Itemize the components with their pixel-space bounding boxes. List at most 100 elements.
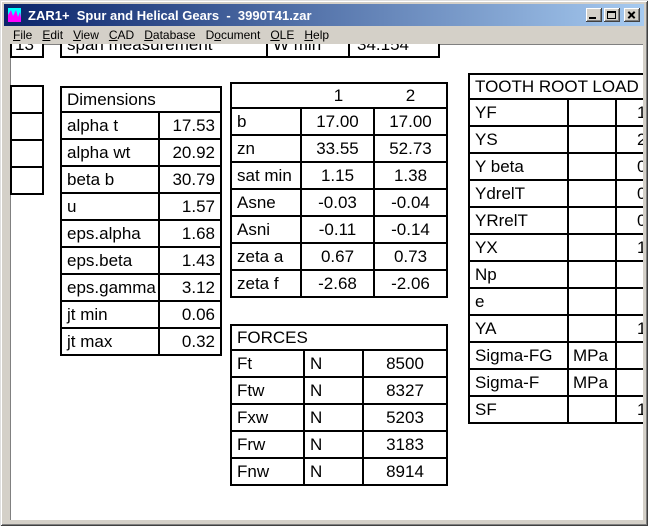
table-row: YS 2 bbox=[470, 127, 643, 154]
table-cell: e bbox=[470, 289, 569, 314]
table-row: YX 1 bbox=[470, 235, 643, 262]
table-row: FnwN8914 bbox=[232, 459, 446, 484]
table-cell: 8500 bbox=[364, 351, 446, 376]
window-title: ZAR1+ Spur and Helical Gears - 3990T41.z… bbox=[28, 8, 582, 23]
dimensions-table: Dimensions alpha t17.53alpha wt20.92beta… bbox=[60, 86, 222, 356]
table-cell: N bbox=[305, 459, 364, 484]
table-cell: 1 bbox=[617, 235, 643, 260]
table-cell: 0.32 bbox=[160, 329, 220, 354]
tooth-root-load-title: TOOTH ROOT LOAD bbox=[470, 75, 643, 100]
table-cell: zn bbox=[232, 136, 302, 161]
table-cell: 1 bbox=[617, 316, 643, 341]
table-cell: 1 bbox=[617, 100, 643, 125]
maximize-button[interactable] bbox=[604, 8, 620, 22]
table-cell: sat min bbox=[232, 163, 302, 188]
table-row: YA 1 bbox=[470, 316, 643, 343]
menu-document[interactable]: Document bbox=[201, 26, 266, 44]
table-cell: 30.79 bbox=[160, 167, 220, 192]
minimize-button[interactable] bbox=[586, 8, 602, 22]
tooth-root-load-body: YF1YS2Y beta0YdrelT0YRrelT0YX1NpeYA1Sigm… bbox=[470, 100, 643, 422]
table-cell: YF bbox=[470, 100, 569, 125]
table-row: jt min0.06 bbox=[62, 302, 220, 329]
table-cell bbox=[569, 127, 617, 152]
table-cell: Frw bbox=[232, 432, 305, 457]
table-cell: 0 bbox=[617, 208, 643, 233]
table-row: Sigma-FMPa bbox=[470, 370, 643, 397]
table-cell: 5203 bbox=[364, 405, 446, 430]
table-cell bbox=[569, 154, 617, 179]
table-row: eps.alpha1.68 bbox=[62, 221, 220, 248]
table-cell: 52.73 bbox=[375, 136, 446, 161]
table-cell bbox=[569, 235, 617, 260]
table-cell: 0 bbox=[617, 181, 643, 206]
table-cell: -2.06 bbox=[375, 271, 446, 296]
close-button[interactable] bbox=[624, 8, 640, 22]
table-cell: Fxw bbox=[232, 405, 305, 430]
table-cell: eps.beta bbox=[62, 248, 160, 273]
table-cell: 17.53 bbox=[160, 113, 220, 138]
table-row: eps.beta1.43 bbox=[62, 248, 220, 275]
table-cell: alpha wt bbox=[62, 140, 160, 165]
table-cell: MPa bbox=[569, 343, 617, 368]
span-measurement-symbol: W min bbox=[268, 44, 350, 56]
app-icon[interactable] bbox=[8, 7, 24, 23]
table-cell: u bbox=[62, 194, 160, 219]
table-row: e bbox=[470, 289, 643, 316]
table-row: zeta f-2.68-2.06 bbox=[232, 271, 446, 296]
table-cell: 33.55 bbox=[302, 136, 375, 161]
table-cell: N bbox=[305, 405, 364, 430]
menu-bar: FileEditViewCADDatabaseDocumentOLEHelp bbox=[4, 26, 644, 44]
table-cell: 8327 bbox=[364, 378, 446, 403]
menu-database[interactable]: Database bbox=[139, 26, 200, 44]
table-cell: YS bbox=[470, 127, 569, 152]
empty-cell bbox=[10, 166, 44, 195]
maximize-icon bbox=[607, 11, 616, 19]
span-measurement-row: span measurement W min 34.154 bbox=[60, 44, 440, 58]
table-row: FtwN8327 bbox=[232, 378, 446, 405]
table-cell: 0.06 bbox=[160, 302, 220, 327]
table-row: beta b30.79 bbox=[62, 167, 220, 194]
table-cell: 17.00 bbox=[302, 109, 375, 134]
menu-help[interactable]: Help bbox=[299, 26, 334, 44]
minimize-icon bbox=[589, 17, 596, 19]
empty-cell bbox=[10, 85, 44, 114]
table-cell: Np bbox=[470, 262, 569, 287]
empty-cell bbox=[10, 112, 44, 141]
menu-view[interactable]: View bbox=[68, 26, 104, 44]
window-controls bbox=[586, 8, 640, 22]
table-cell: zeta f bbox=[232, 271, 302, 296]
table-cell: N bbox=[305, 351, 364, 376]
table-cell: zeta a bbox=[232, 244, 302, 269]
menu-file[interactable]: File bbox=[8, 26, 37, 44]
app-window: ZAR1+ Spur and Helical Gears - 3990T41.z… bbox=[0, 0, 648, 526]
table-cell bbox=[569, 316, 617, 341]
table-cell: 0.73 bbox=[375, 244, 446, 269]
table-cell: YA bbox=[470, 316, 569, 341]
table-cell: Sigma-F bbox=[470, 370, 569, 395]
table-row: Sigma-FGMPa bbox=[470, 343, 643, 370]
table-row: YF 1 bbox=[470, 100, 643, 127]
table-row: jt max0.32 bbox=[62, 329, 220, 354]
table-row: SF1 bbox=[470, 397, 643, 422]
menu-edit[interactable]: Edit bbox=[37, 26, 68, 44]
gear-columns-body: b17.0017.00zn33.5552.73sat min1.151.38As… bbox=[232, 109, 446, 296]
table-row: zeta a0.670.73 bbox=[232, 244, 446, 271]
table-row: eps.gamma3.12 bbox=[62, 275, 220, 302]
table-cell: 1.38 bbox=[375, 163, 446, 188]
menu-ole[interactable]: OLE bbox=[265, 26, 299, 44]
table-cell: YdrelT bbox=[470, 181, 569, 206]
table-cell: Sigma-FG bbox=[470, 343, 569, 368]
table-cell: b bbox=[232, 109, 302, 134]
table-cell: -0.04 bbox=[375, 190, 446, 215]
forces-table-title: FORCES bbox=[232, 326, 446, 351]
table-cell: 2 bbox=[617, 127, 643, 152]
table-cell: 0.67 bbox=[302, 244, 375, 269]
table-row: Asni-0.11-0.14 bbox=[232, 217, 446, 244]
menu-cad[interactable]: CAD bbox=[104, 26, 139, 44]
table-cell: Asni bbox=[232, 217, 302, 242]
title-bar[interactable]: ZAR1+ Spur and Helical Gears - 3990T41.z… bbox=[4, 4, 644, 26]
dimensions-table-title: Dimensions bbox=[62, 88, 220, 113]
span-measurement-label: span measurement bbox=[62, 44, 268, 56]
table-cell: YX bbox=[470, 235, 569, 260]
left-empty-cells bbox=[10, 85, 44, 195]
